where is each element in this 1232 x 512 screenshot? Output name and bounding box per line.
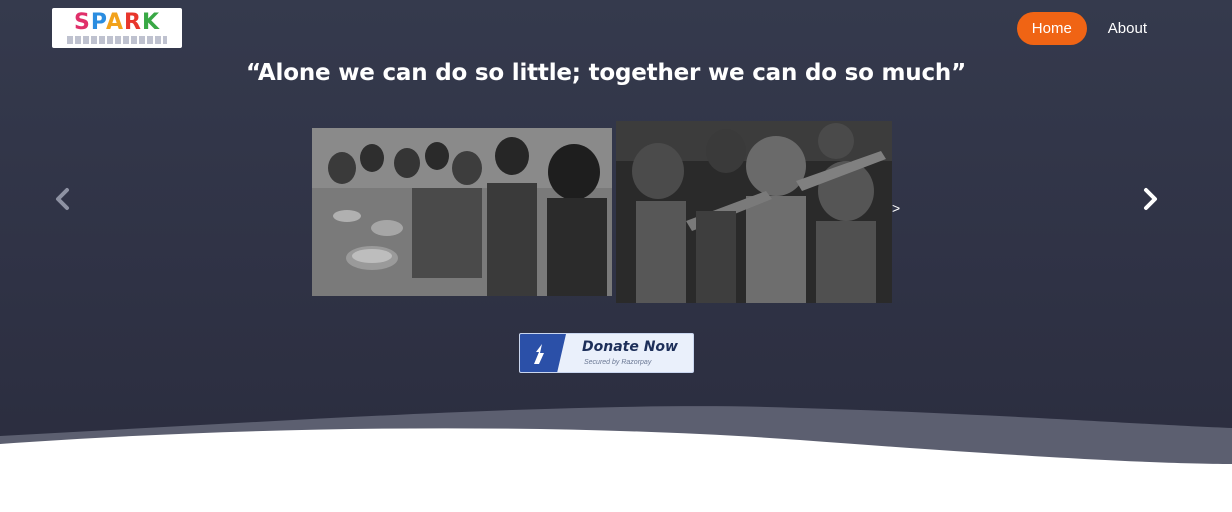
donate-now-button[interactable]: Donate Now Secured by Razorpay <box>519 333 694 373</box>
razorpay-icon <box>534 344 544 364</box>
hero-section: SPARK Home About “Alone we can do so lit… <box>0 0 1232 512</box>
carousel-next-button[interactable] <box>1135 184 1165 214</box>
children-reaching-photo <box>616 121 892 303</box>
site-logo[interactable]: SPARK <box>52 8 182 48</box>
carousel-slide-children-reaching <box>616 121 892 303</box>
children-with-bowls-photo <box>312 128 612 296</box>
donate-subtitle: Secured by Razorpay <box>584 359 652 366</box>
chevron-left-icon <box>56 188 69 210</box>
main-nav: Home About <box>1016 12 1162 45</box>
logo-wordmark: SPARK <box>73 10 160 35</box>
donate-title: Donate Now <box>582 339 678 355</box>
nav-about[interactable]: About <box>1093 12 1162 45</box>
carousel-prev-button[interactable] <box>48 184 78 214</box>
carousel-slide-children-bowls <box>312 128 612 296</box>
nav-home[interactable]: Home <box>1016 12 1087 45</box>
donate-badge <box>520 334 566 372</box>
logo-tagline-graphic <box>67 36 167 44</box>
hero-wave-divider <box>0 406 1232 512</box>
hero-quote: “Alone we can do so little; together we … <box>245 60 967 86</box>
inline-next-glyph[interactable]: > <box>892 200 900 216</box>
chevron-right-icon <box>1144 188 1157 210</box>
